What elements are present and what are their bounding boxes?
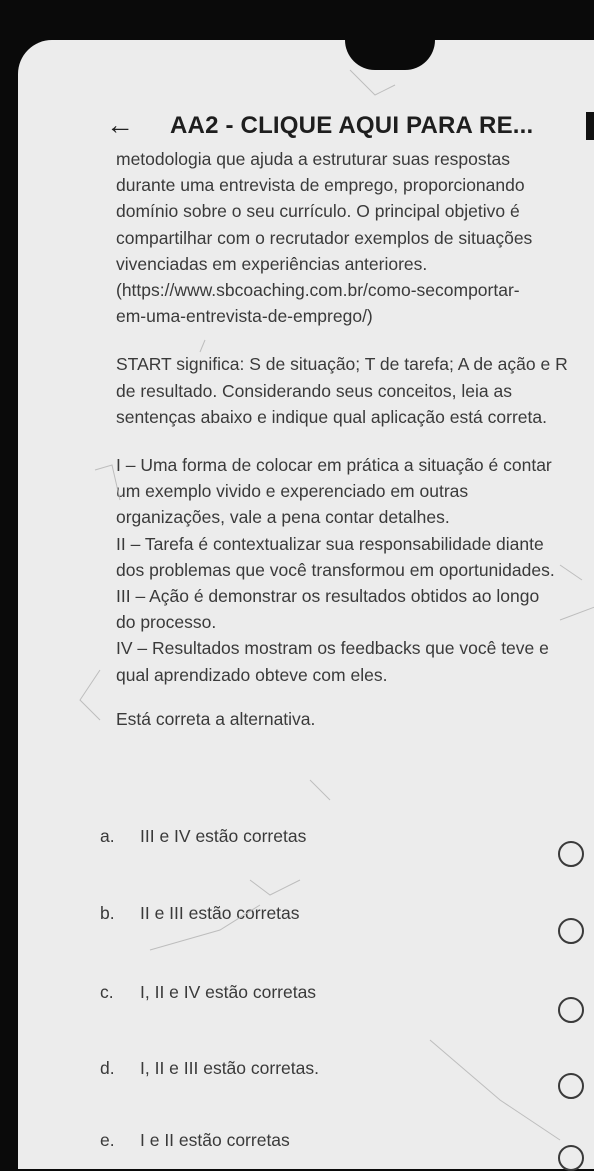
statement-line: um exemplo vivido e experenciado em outr… xyxy=(116,481,469,502)
option-label: I, II e III estão corretas. xyxy=(140,1058,319,1078)
option-letter: d. xyxy=(100,1058,115,1078)
option-label: II e III estão corretas xyxy=(140,903,300,923)
statement-line: III – Ação é demonstrar os resultados ob… xyxy=(116,586,540,607)
option-c[interactable]: c. I, II e IV estão corretas xyxy=(100,982,584,1023)
intro-line: metodologia que ajuda a estruturar suas … xyxy=(116,149,510,169)
intro-line: durante uma entrevista de emprego, propo… xyxy=(116,175,525,196)
intro-line: compartilhar com o recrutador exemplos d… xyxy=(116,227,533,248)
star-line: START significa: S de situação; T de tar… xyxy=(116,354,568,375)
radio-button[interactable] xyxy=(558,997,584,1023)
arrow-left-icon[interactable]: ← xyxy=(106,110,134,140)
statement-line: IV – Resultados mostram os feedbacks que… xyxy=(116,638,549,659)
star-line: de resultado. Considerando seus conceito… xyxy=(116,380,512,401)
option-letter: b. xyxy=(100,903,115,923)
statement-line: qual aprendizado obteve com eles. xyxy=(116,664,388,685)
statement-line: II – Tarefa é contextualizar sua respons… xyxy=(116,533,544,554)
radio-button[interactable] xyxy=(558,1073,584,1099)
statement-line: dos problemas que você transformou em op… xyxy=(116,559,555,580)
intro-line: (https://www.sbcoaching.com.br/como-seco… xyxy=(116,280,520,301)
option-e[interactable]: e. I e II estão corretas xyxy=(100,1130,584,1171)
star-line: sentenças abaixo e indique qual aplicaçã… xyxy=(116,406,547,427)
option-label: III e IV estão corretas xyxy=(140,826,307,846)
radio-button[interactable] xyxy=(558,1145,584,1171)
page-title: AA2 - CLIQUE AQUI PARA RE... xyxy=(170,112,534,139)
option-label: I e II estão corretas xyxy=(140,1130,290,1150)
status-edge-bar xyxy=(586,112,594,140)
statement-line: I – Uma forma de colocar em prática a si… xyxy=(116,455,552,476)
option-letter: c. xyxy=(100,982,114,1002)
intro-line: vivenciadas em experiências anteriores. xyxy=(116,253,428,274)
statement-line: organizações, vale a pena contar detalhe… xyxy=(116,507,450,528)
option-d[interactable]: d. I, II e III estão corretas. xyxy=(100,1058,584,1099)
radio-button[interactable] xyxy=(558,841,584,867)
option-b[interactable]: b. II e III estão corretas xyxy=(100,903,584,944)
option-letter: a. xyxy=(100,826,115,846)
statement-line: do processo. xyxy=(116,612,217,633)
radio-button[interactable] xyxy=(558,918,584,944)
intro-line: domínio sobre o seu currículo. O princip… xyxy=(116,201,520,222)
option-label: I, II e IV estão corretas xyxy=(140,982,317,1002)
option-a[interactable]: a. III e IV estão corretas xyxy=(100,826,584,867)
intro-line: em-uma-entrevista-de-emprego/) xyxy=(116,306,373,327)
top-bar: ← AA2 - CLIQUE AQUI PARA RE... xyxy=(0,108,594,148)
question-text: metodologia que ajuda a estruturar suas … xyxy=(116,146,586,732)
question-prompt: Está correta a alternativa. xyxy=(116,708,316,729)
option-letter: e. xyxy=(100,1130,115,1150)
